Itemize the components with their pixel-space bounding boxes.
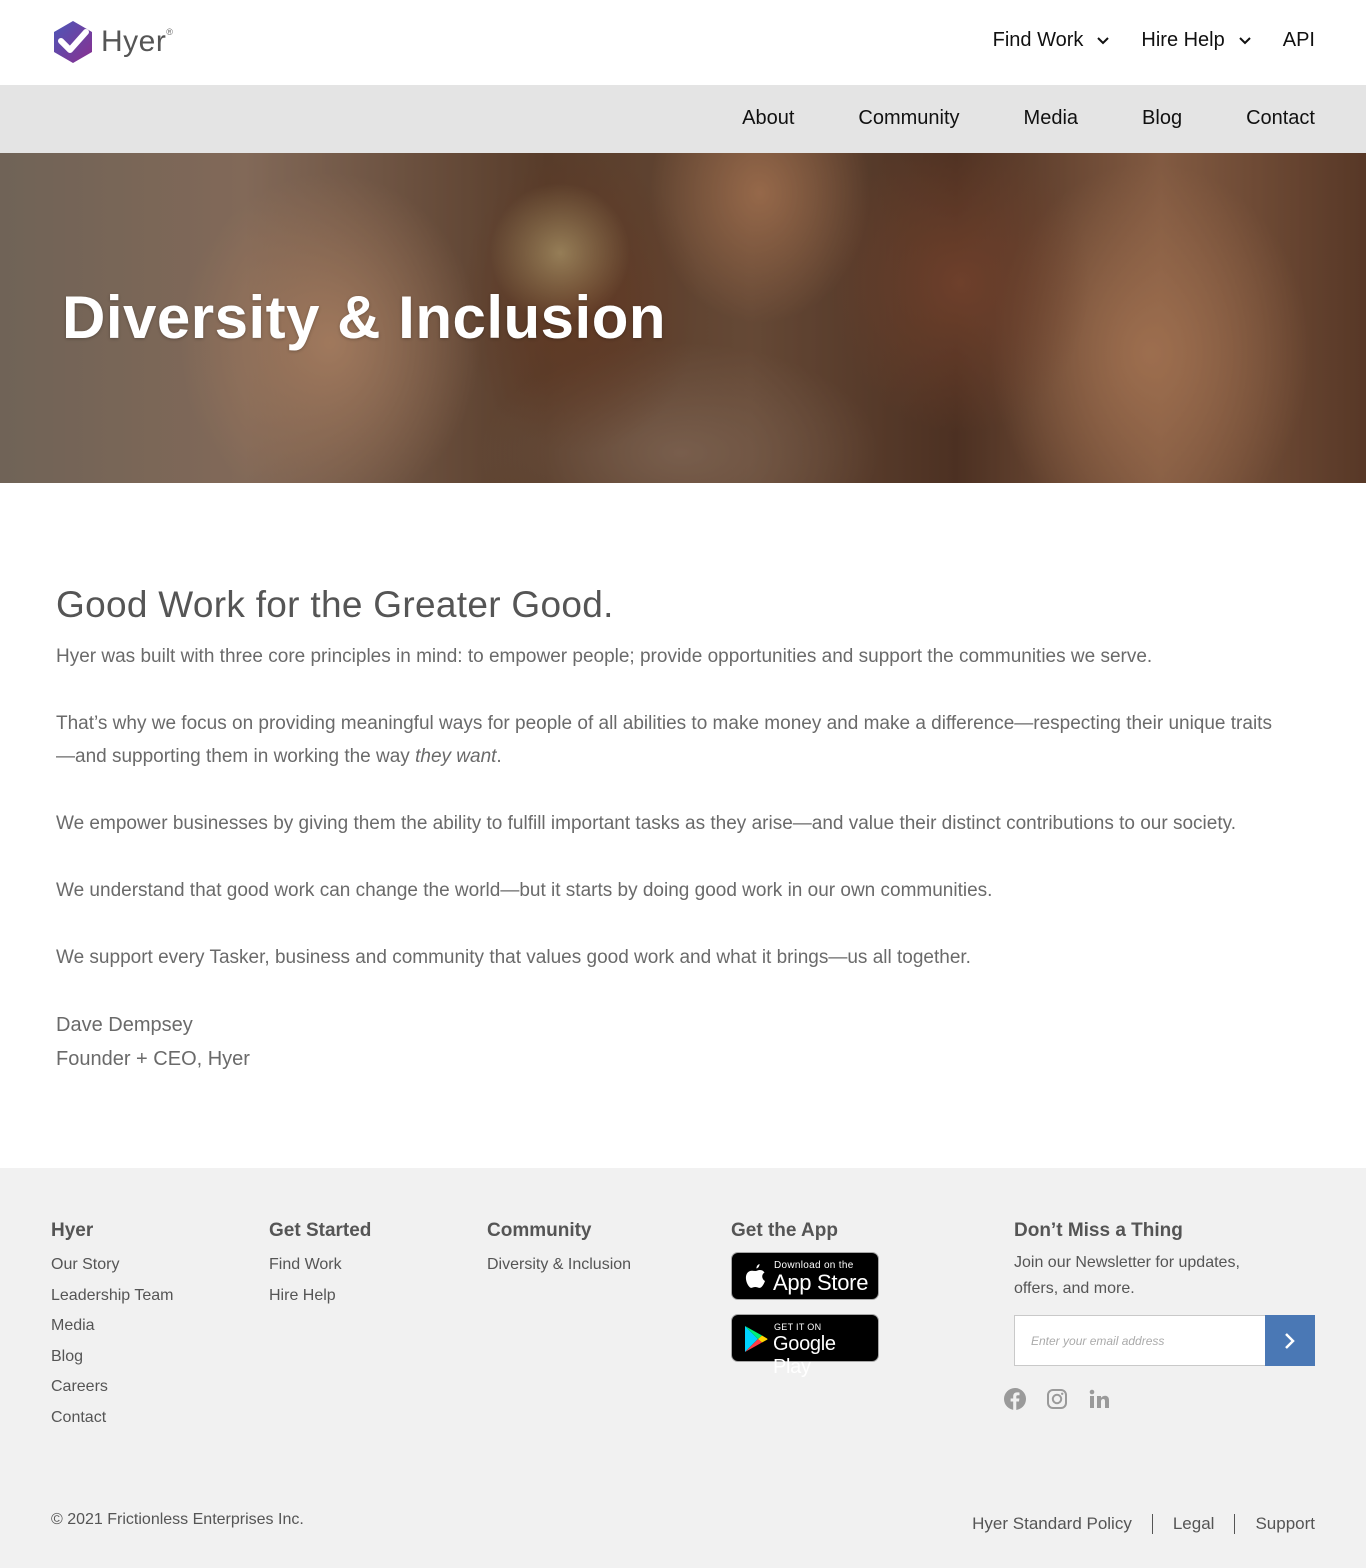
google-play-small-text: GET IT ON	[774, 1322, 822, 1332]
paragraph-5: We support every Tasker, business and co…	[56, 947, 971, 968]
google-play-big-text: Google Play	[773, 1333, 836, 1378]
footer-link-careers[interactable]: Careers	[51, 1372, 173, 1403]
signature-title: Founder + CEO, Hyer	[56, 1048, 250, 1070]
footer-link-our-story[interactable]: Our Story	[51, 1250, 173, 1281]
footer-link-standard-policy[interactable]: Hyer Standard Policy	[972, 1514, 1132, 1534]
api-label: API	[1282, 29, 1315, 51]
paragraph-3: We empower businesses by giving them the…	[56, 813, 1236, 834]
footer-col-community: Community Diversity & Inclusion	[487, 1220, 631, 1281]
nav-contact[interactable]: Contact	[1246, 107, 1315, 130]
legal-links: Hyer Standard Policy Legal Support	[972, 1514, 1315, 1534]
nav-about[interactable]: About	[742, 107, 794, 130]
footer-heading-newsletter: Don’t Miss a Thing	[1014, 1220, 1183, 1241]
top-header: Hyer ® Find Work Hire Help API	[0, 0, 1366, 85]
find-work-menu[interactable]: Find Work	[993, 29, 1110, 52]
apple-icon	[745, 1264, 765, 1288]
footer-link-contact[interactable]: Contact	[51, 1403, 173, 1434]
paragraph-4: We understand that good work can change …	[56, 880, 993, 901]
app-store-big-text: App Store	[773, 1270, 869, 1295]
paragraph-1: Hyer was built with three core principle…	[56, 646, 1153, 667]
linkedin-icon[interactable]	[1088, 1388, 1110, 1410]
chevron-down-icon	[1239, 36, 1251, 44]
main-content: Good Work for the Greater Good. Hyer was…	[56, 584, 1286, 1076]
chevron-right-icon	[1285, 1332, 1295, 1349]
footer-link-support[interactable]: Support	[1255, 1514, 1315, 1534]
footer-heading-get-app: Get the App	[731, 1220, 838, 1241]
newsletter-email-input[interactable]	[1015, 1316, 1265, 1365]
hyer-logo[interactable]: Hyer ®	[52, 20, 173, 64]
nav-community[interactable]: Community	[858, 107, 959, 130]
newsletter-submit-button[interactable]	[1265, 1315, 1315, 1366]
footer-link-find-work[interactable]: Find Work	[269, 1250, 371, 1281]
page-heading: Good Work for the Greater Good.	[56, 584, 614, 625]
api-link[interactable]: API	[1283, 29, 1315, 52]
hire-help-label: Hire Help	[1141, 29, 1225, 51]
footer-heading-hyer: Hyer	[51, 1220, 94, 1241]
signature: Dave Dempsey Founder + CEO, Hyer	[56, 1008, 1286, 1076]
signature-name: Dave Dempsey	[56, 1014, 193, 1036]
divider	[1234, 1514, 1236, 1534]
paragraph-2-end: .	[496, 746, 502, 767]
footer-heading-community: Community	[487, 1220, 592, 1241]
brand-name: Hyer ®	[101, 25, 173, 59]
hyer-logo-icon	[54, 21, 92, 63]
google-play-badge[interactable]: GET IT ON Google Play	[731, 1314, 879, 1378]
paragraph-2-text: That’s why we focus on providing meaning…	[56, 713, 1272, 767]
footer-link-diversity-inclusion[interactable]: Diversity & Inclusion	[487, 1250, 631, 1281]
find-work-label: Find Work	[992, 29, 1084, 51]
copyright: © 2021 Frictionless Enterprises Inc.	[51, 1511, 304, 1528]
footer-col-hyer: Hyer Our Story Leadership Team Media Blo…	[51, 1220, 173, 1434]
registered-mark: ®	[166, 27, 174, 37]
app-store-badge[interactable]: Download on the App Store	[731, 1252, 879, 1300]
google-play-icon	[745, 1326, 768, 1352]
footer-link-blog[interactable]: Blog	[51, 1342, 173, 1373]
chevron-down-icon	[1097, 36, 1110, 44]
facebook-icon[interactable]	[1004, 1388, 1026, 1410]
instagram-icon[interactable]	[1046, 1388, 1068, 1410]
paragraph-2-emphasis: they want	[415, 746, 497, 767]
secondary-nav: About Community Media Blog Contact	[0, 85, 1366, 153]
newsletter-description: Join our Newsletter for updates, offers,…	[1014, 1254, 1240, 1297]
footer-link-leadership-team[interactable]: Leadership Team	[51, 1281, 173, 1312]
top-nav: Find Work Hire Help API	[993, 29, 1315, 52]
footer: Hyer Our Story Leadership Team Media Blo…	[0, 1168, 1366, 1568]
newsletter-form	[1014, 1315, 1315, 1366]
footer-heading-get-started: Get Started	[269, 1220, 372, 1241]
paragraph-2: That’s why we focus on providing meaning…	[56, 707, 1286, 773]
social-links	[1004, 1388, 1130, 1410]
footer-link-hire-help[interactable]: Hire Help	[269, 1281, 371, 1312]
hero-title: Diversity & Inclusion	[62, 284, 666, 351]
hero-banner: Diversity & Inclusion	[0, 153, 1366, 483]
nav-blog[interactable]: Blog	[1142, 107, 1182, 130]
divider	[1151, 1514, 1153, 1534]
footer-col-get-app: Get the App Download on the App Store GE…	[731, 1220, 879, 1378]
footer-link-legal[interactable]: Legal	[1173, 1514, 1215, 1534]
brand-name-text: Hyer	[101, 25, 167, 58]
hire-help-menu[interactable]: Hire Help	[1141, 29, 1251, 52]
nav-media[interactable]: Media	[1024, 107, 1078, 130]
footer-col-get-started: Get Started Find Work Hire Help	[269, 1220, 371, 1311]
footer-col-newsletter: Don’t Miss a Thing Join our Newsletter f…	[1004, 1220, 1315, 1410]
footer-link-media[interactable]: Media	[51, 1311, 173, 1342]
